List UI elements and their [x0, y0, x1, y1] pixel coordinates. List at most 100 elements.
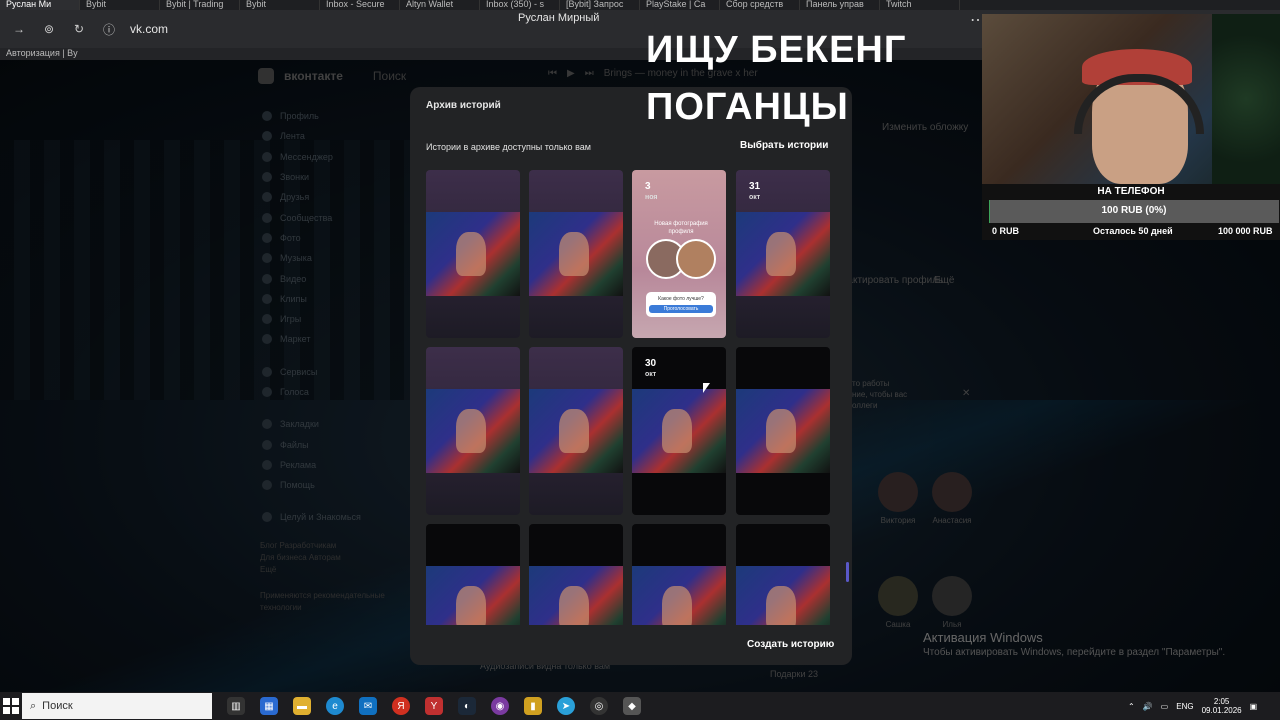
headline-line-1: ИЩУ БЕКЕНГ [646, 29, 907, 71]
clock-date: 09.01.2026 [1201, 706, 1242, 715]
explorer-icon[interactable]: ▬ [293, 697, 311, 715]
donation-progress-bar: 100 RUB (0%) [989, 200, 1279, 223]
donation-progress-text: 100 RUB (0%) [1101, 205, 1167, 216]
tray-chevron-icon[interactable]: ⌃ [1128, 702, 1135, 711]
bookmark-item[interactable]: Авторизация | By [6, 48, 78, 58]
story-video-frame [632, 566, 726, 625]
story-grid: Новая фотография профиля Какое фото лучше… [426, 170, 830, 625]
select-stories-button[interactable]: Выбрать истории [740, 140, 828, 151]
photo-options [646, 239, 716, 289]
language-indicator[interactable]: ENG [1176, 702, 1193, 711]
scrollbar[interactable] [846, 562, 849, 582]
browser-tab[interactable]: Bybit [240, 0, 320, 10]
telegram-icon[interactable]: ➤ [557, 697, 575, 715]
story-video-frame [426, 212, 520, 296]
story-video-frame [426, 389, 520, 473]
photo-option [676, 239, 716, 279]
obs-icon[interactable]: ◉ [491, 697, 509, 715]
story-thumbnail[interactable] [426, 170, 520, 338]
story-video-frame [529, 566, 623, 625]
story-video-frame [529, 212, 623, 296]
browser-tab[interactable]: [Bybit] Запрос [560, 0, 640, 10]
story-thumbnail[interactable] [426, 524, 520, 625]
story-archive-modal: Архив историй Истории в архиве доступны … [410, 87, 852, 665]
story-video-frame [529, 389, 623, 473]
poll-box: Какое фото лучше? Проголосовать [646, 292, 716, 317]
window-title: Руслан Мирный [518, 12, 600, 24]
donation-title: НА ТЕЛЕФОН [1097, 186, 1165, 197]
network-icon[interactable]: ▭ [1161, 702, 1169, 711]
headline-line-2: ПОГАНЦЫ [646, 86, 849, 128]
extensions-icon[interactable]: ⊚ [38, 22, 60, 36]
story-thumbnail[interactable] [529, 524, 623, 625]
browser-tab[interactable]: Bybit | Trading [160, 0, 240, 10]
stream-headline: ИЩУ БЕКЕНГ ПОГАНЦЫ [646, 22, 906, 136]
story-video-frame [736, 566, 830, 625]
donation-remaining: Осталось 50 дней [1093, 226, 1173, 236]
yandex-icon[interactable]: Я [392, 697, 410, 715]
christmas-tree [1212, 14, 1280, 184]
clock[interactable]: 2:05 09.01.2026 [1202, 697, 1242, 715]
story-date-month: ноя [645, 194, 658, 201]
browser-tab[interactable]: Altyn Wallet [400, 0, 480, 10]
forward-icon[interactable]: → [8, 22, 30, 36]
yandex-browser-icon[interactable]: Y [425, 697, 443, 715]
search-icon: ⌕ [30, 699, 37, 712]
steam-icon[interactable]: ◐ [458, 697, 476, 715]
modal-title: Архив историй [426, 100, 501, 111]
bybit-icon[interactable]: ▮ [524, 697, 542, 715]
story-thumbnail[interactable] [736, 347, 830, 515]
system-tray: ⌃ 🔊 ▭ ENG 2:05 09.01.2026 ▣ [1128, 692, 1257, 720]
webcam-feed [982, 14, 1280, 184]
site-info-icon[interactable]: ⓘ [98, 21, 120, 38]
story-video-frame [736, 212, 830, 296]
task-view-icon[interactable]: ▥ [227, 697, 245, 715]
story-thumbnail[interactable]: 31 окт [736, 170, 830, 338]
browser-tab-bar: Руслан Ми Bybit Bybit | Trading Bybit Inbox … [0, 0, 1280, 10]
story-video-frame [736, 389, 830, 473]
url-field[interactable]: vk.com [130, 22, 168, 36]
story-thumbnail[interactable]: Новая фотография профиля Какое фото лучше… [632, 170, 726, 338]
browser-tab[interactable]: Сбор средств [720, 0, 800, 10]
browser-tab[interactable]: Twitch [880, 0, 960, 10]
windows-start-icon[interactable] [3, 698, 19, 714]
story-thumbnail[interactable] [426, 347, 520, 515]
archive-note: Истории в архиве доступны только вам [426, 142, 591, 152]
story-thumbnail[interactable] [632, 524, 726, 625]
browser-tab[interactable]: Руслан Ми [0, 0, 80, 10]
edge-icon[interactable]: e [326, 697, 344, 715]
volume-icon[interactable]: 🔊 [1143, 702, 1153, 711]
browser-tab[interactable]: Inbox - Secure [320, 0, 400, 10]
profile-photo-story: Новая фотография профиля Какое фото лучше… [646, 220, 716, 317]
donation-max: 100 000 RUB [1218, 226, 1273, 236]
story-date-day: 3 [645, 181, 651, 192]
store-icon[interactable]: ▦ [260, 697, 278, 715]
notification-icon[interactable]: ▣ [1250, 702, 1258, 711]
story-video-frame [632, 389, 726, 473]
story-thumbnail[interactable]: 30 окт [632, 347, 726, 515]
story-date-day: 30 [645, 358, 657, 369]
create-story-button[interactable]: Создать историю [747, 639, 834, 650]
taskbar-search-label: Поиск [42, 700, 73, 712]
outlook-icon[interactable]: ✉ [359, 697, 377, 715]
taskbar-search[interactable]: ⌕ Поиск [22, 693, 212, 719]
story-date-month: окт [749, 194, 761, 201]
story-thumbnail[interactable] [529, 347, 623, 515]
browser-tab[interactable]: Inbox (350) - s [480, 0, 560, 10]
browser-tab[interactable]: PlayStake | Ca [640, 0, 720, 10]
app-icon[interactable]: ◆ [623, 697, 641, 715]
story-date-month: окт [645, 371, 657, 378]
poll-question: Какое фото лучше? [658, 296, 704, 302]
clock-time: 2:05 [1213, 697, 1230, 706]
reload-icon[interactable]: ↻ [68, 22, 90, 36]
story-thumbnail[interactable] [529, 170, 623, 338]
donation-goal-widget: НА ТЕЛЕФОН 100 RUB (0%) 0 RUB Осталось 5… [982, 184, 1280, 240]
story-thumbnail[interactable] [736, 524, 830, 625]
profile-story-caption: Новая фотография профиля [654, 221, 708, 235]
browser-tab[interactable]: Панель управ [800, 0, 880, 10]
browser-tab[interactable]: Bybit [80, 0, 160, 10]
windows-taskbar: ⌕ Поиск ▥ ▦ ▬ e ✉ Я Y ◐ ◉ ▮ ➤ ◎ ◆ ⌃ 🔊 ▭ … [0, 692, 1280, 720]
story-video-frame [426, 566, 520, 625]
mouse-cursor-icon [703, 383, 710, 393]
chrome-icon[interactable]: ◎ [590, 697, 608, 715]
